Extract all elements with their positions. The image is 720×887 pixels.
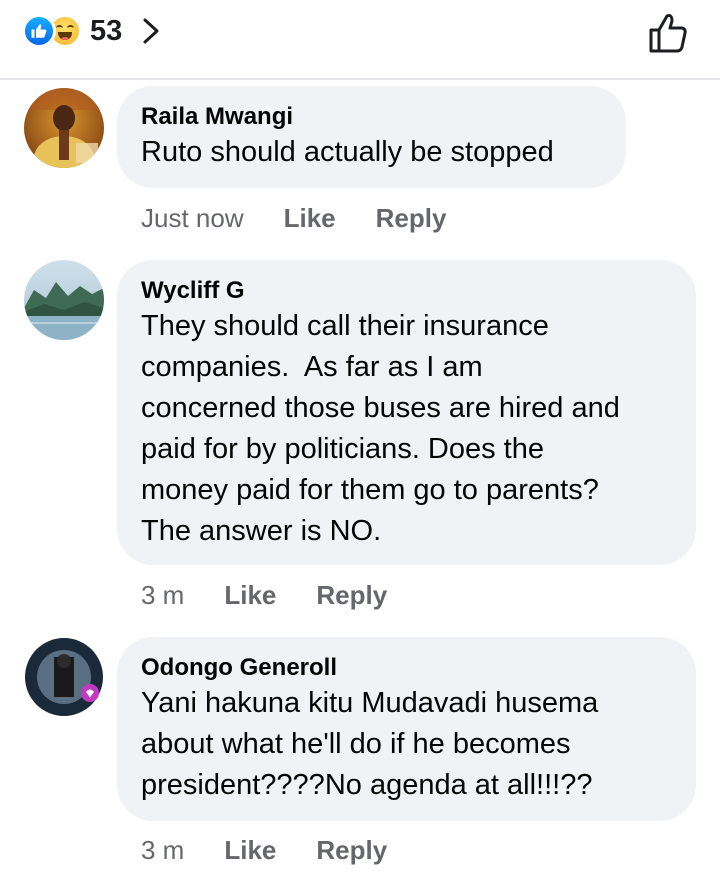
comment-author[interactable]: Odongo Generoll xyxy=(141,653,672,683)
comment-bubble: Odongo Generoll Yani hakuna kitu Mudavad… xyxy=(117,637,696,821)
comment-actions: 3 m Like Reply xyxy=(141,835,427,866)
reactions-header: 53 xyxy=(0,0,720,80)
avatar[interactable] xyxy=(24,637,104,717)
comment-timestamp[interactable]: Just now xyxy=(141,203,244,234)
comment-author[interactable]: Raila Mwangi xyxy=(141,102,602,132)
avatar[interactable] xyxy=(24,88,104,168)
comment-bubble: Raila Mwangi Ruto should actually be sto… xyxy=(117,86,626,188)
comment-text: Ruto should actually be stopped xyxy=(141,136,554,168)
chevron-right-icon[interactable] xyxy=(142,16,162,46)
reaction-count: 53 xyxy=(90,14,123,47)
comment-timestamp[interactable]: 3 m xyxy=(141,580,184,611)
comment-bubble: Wycliff G They should call their insuran… xyxy=(117,260,696,565)
reply-button[interactable]: Reply xyxy=(316,835,387,866)
like-button[interactable]: Like xyxy=(224,835,276,866)
reply-button[interactable]: Reply xyxy=(316,580,387,611)
comment-text: They should call their insurance compani… xyxy=(141,310,620,547)
comment-author[interactable]: Wycliff G xyxy=(141,276,672,306)
comment-actions: Just now Like Reply xyxy=(141,203,486,234)
comment-actions: 3 m Like Reply xyxy=(141,580,427,611)
avatar[interactable] xyxy=(24,260,104,340)
comment-text: Yani hakuna kitu Mudavadi husema about w… xyxy=(141,687,599,801)
reply-button[interactable]: Reply xyxy=(376,203,447,234)
comment-timestamp[interactable]: 3 m xyxy=(141,835,184,866)
like-outline-icon[interactable] xyxy=(648,12,688,54)
like-button[interactable]: Like xyxy=(284,203,336,234)
reactions-summary[interactable]: 53 xyxy=(22,14,162,48)
like-icon xyxy=(22,14,56,48)
like-button[interactable]: Like xyxy=(224,580,276,611)
